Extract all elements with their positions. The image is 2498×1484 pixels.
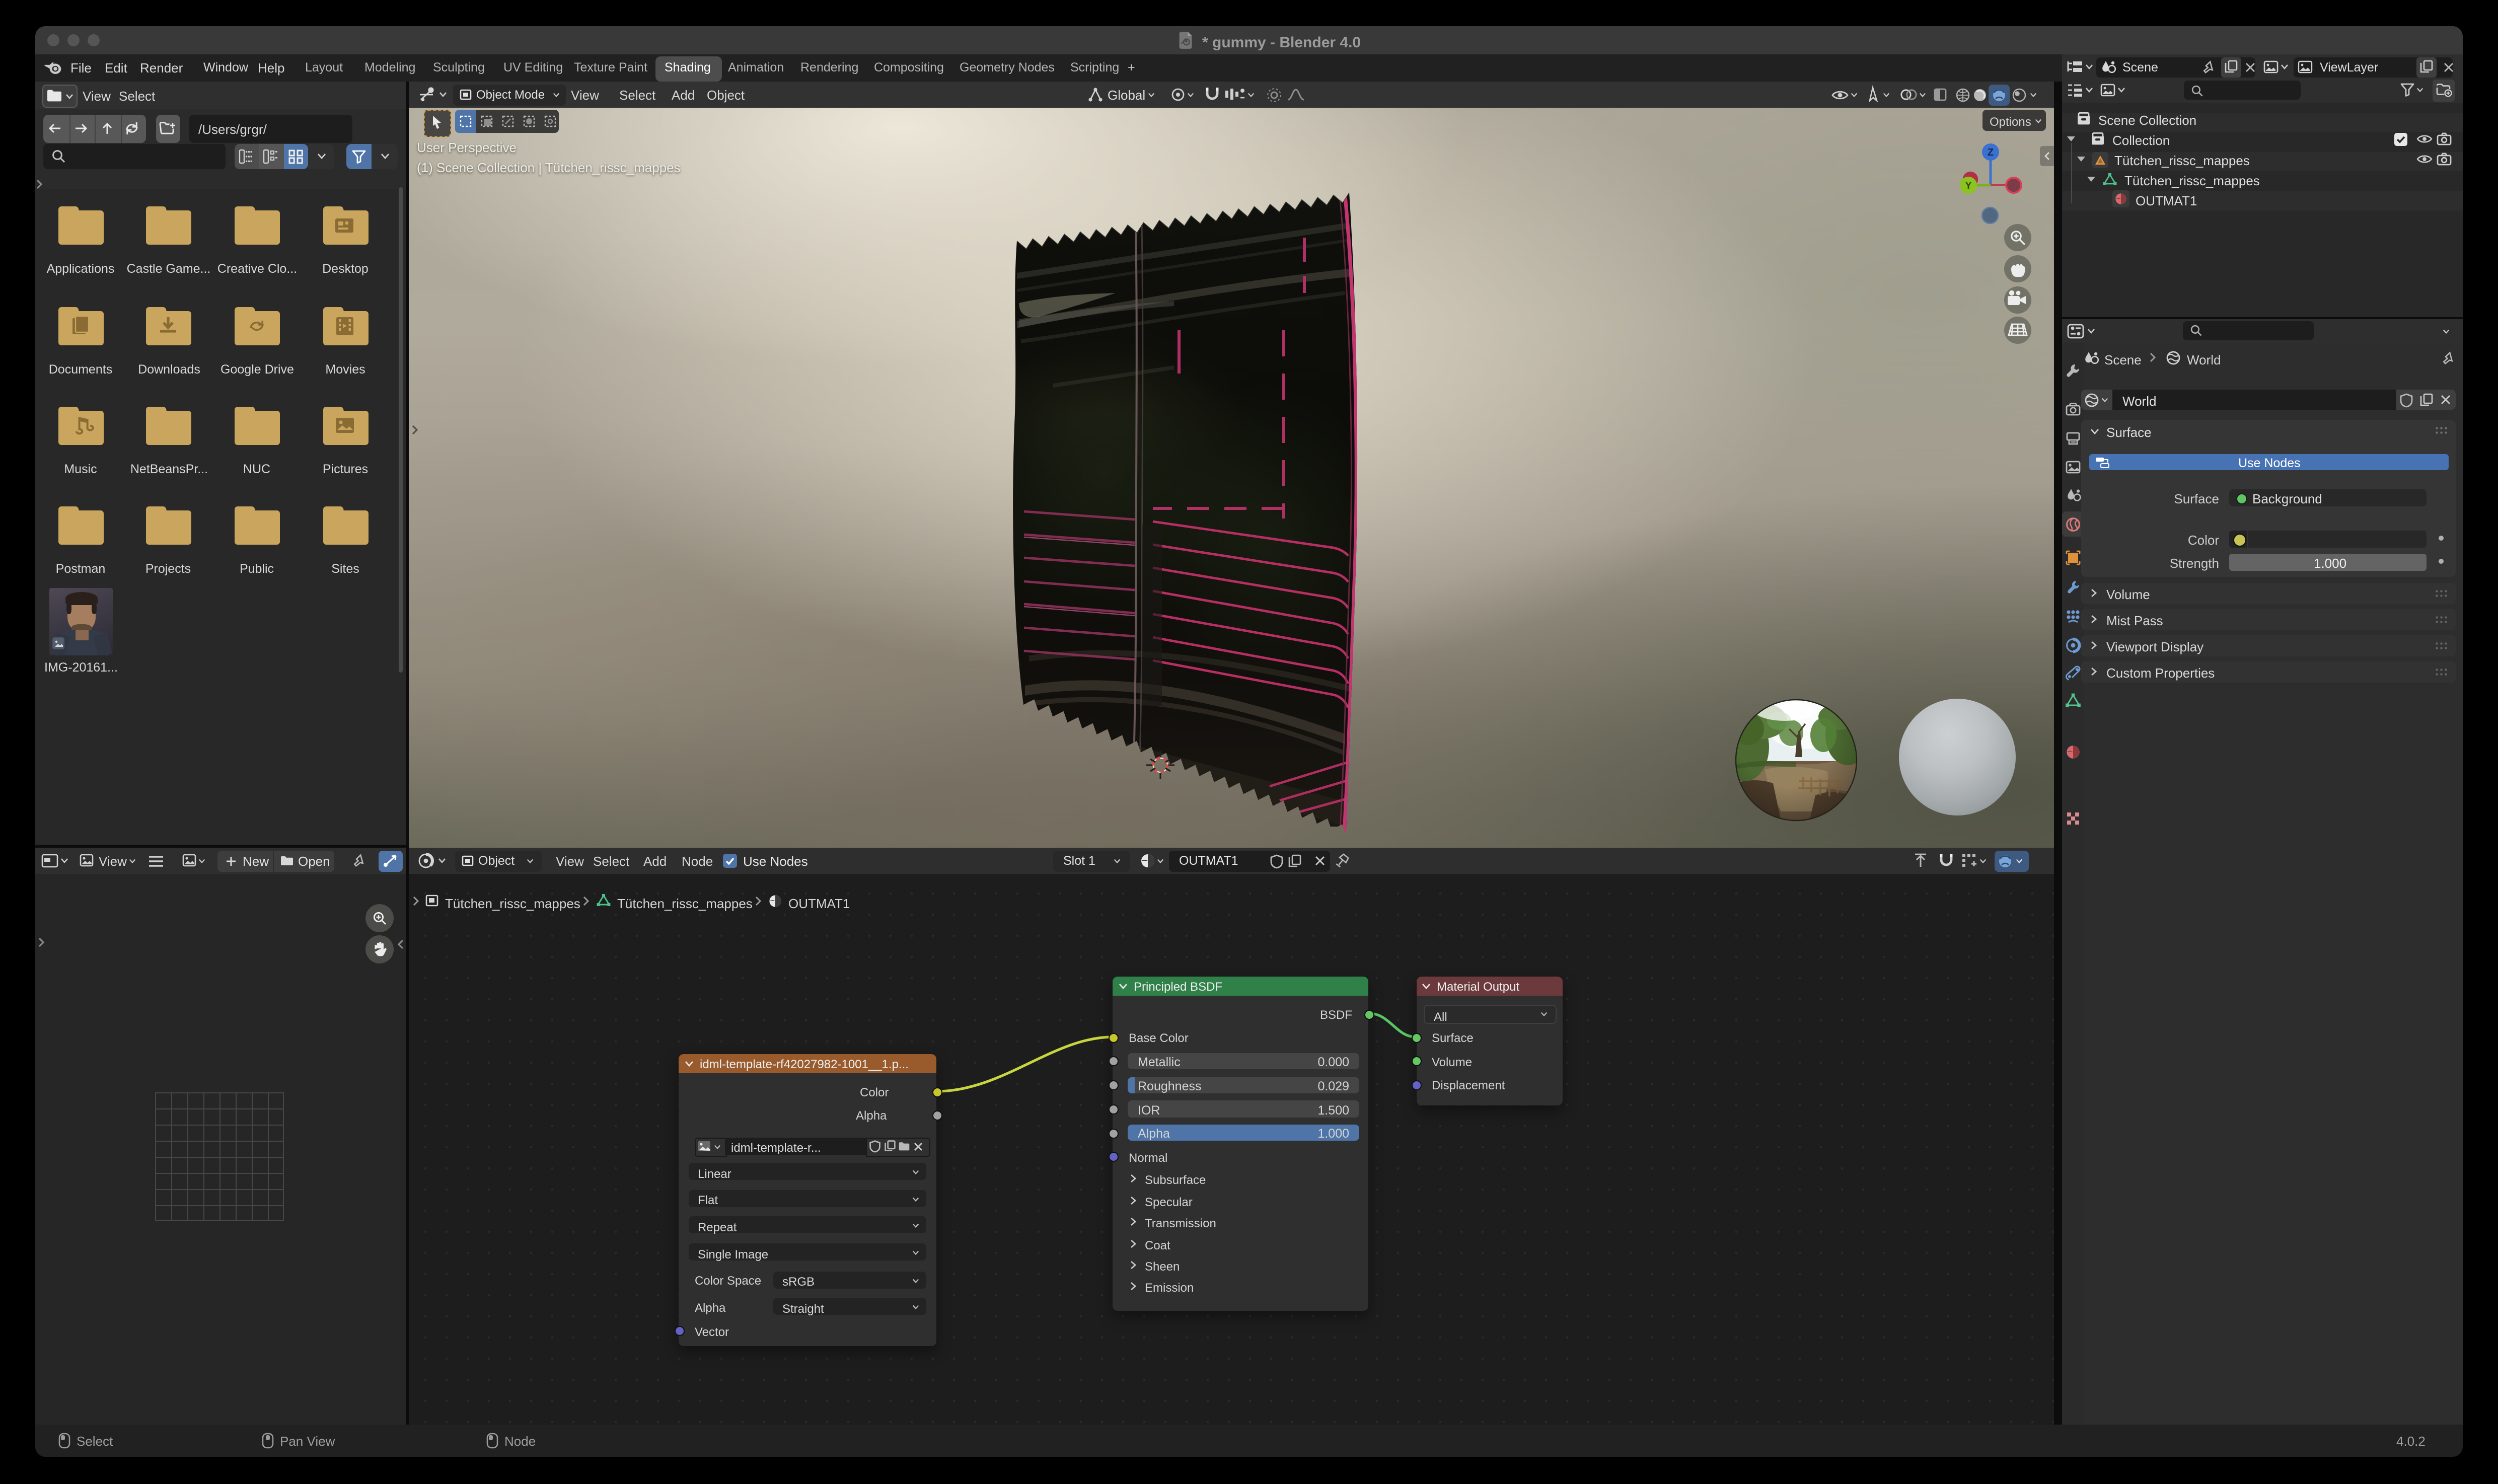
svg-text:Z: Z: [1988, 147, 1994, 158]
svg-text:Y: Y: [1965, 180, 1972, 191]
